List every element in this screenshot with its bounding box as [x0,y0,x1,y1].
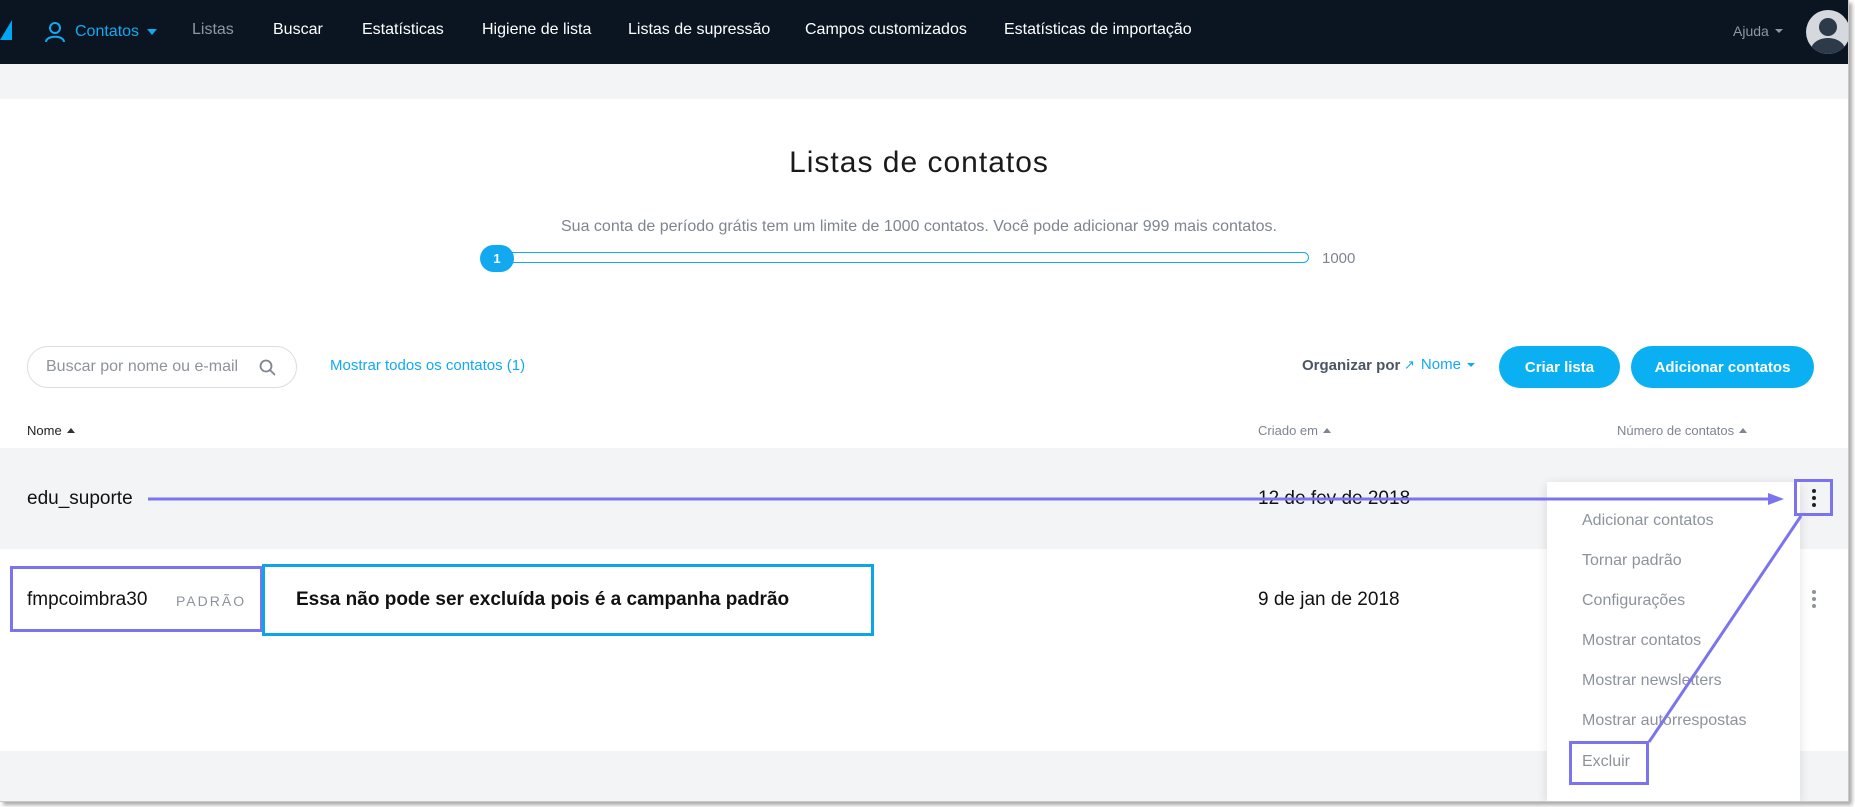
row-actions-kebab-icon[interactable] [1812,590,1816,611]
contacts-progress-bar [494,252,1309,263]
nav-item-buscar[interactable]: Buscar [273,21,323,39]
search-input[interactable] [46,358,261,376]
avatar-body [1811,38,1845,54]
nav-item-supressao[interactable]: Listas de supressão [628,21,770,39]
highlight-kebab [1794,479,1833,516]
column-header-created-label: Criado em [1258,423,1318,438]
nav-item-campos[interactable]: Campos customizados [805,21,967,39]
add-contacts-button[interactable]: Adicionar contatos [1631,346,1814,388]
sort-label: Organizar por [1302,357,1401,374]
sort-up-icon [66,428,75,433]
sort-up-icon [1739,428,1748,433]
avatar[interactable] [1806,10,1848,54]
list-name[interactable]: edu_suporte [27,488,133,510]
nav-contatos-label: Contatos [75,23,140,40]
caret-down-icon [1774,29,1783,33]
show-all-contacts-link[interactable]: Mostrar todos os contatos (1) [330,357,525,374]
top-navigation: Contatos Listas Buscar Estatísticas Higi… [0,0,1848,64]
highlight-default-list [10,566,263,632]
page-title: Listas de contatos [789,146,1049,179]
sort-up-icon [1322,428,1331,433]
column-header-name-label: Nome [27,423,62,438]
caret-down-icon [147,29,158,35]
logo-icon[interactable] [0,20,12,40]
list-created-date: 12 de fev de 2018 [1258,488,1411,509]
help-label: Ajuda [1733,23,1769,39]
search-box[interactable] [27,346,297,388]
nav-item-listas[interactable]: Listas [192,21,234,39]
help-menu[interactable]: Ajuda [1733,23,1783,39]
highlight-delete [1569,741,1649,785]
nav-item-higiene[interactable]: Higiene de lista [482,21,591,39]
column-header-count[interactable]: Número de contatos [1617,423,1748,438]
user-icon [45,22,65,43]
contacts-progress-value: 1 [480,245,514,272]
search-icon[interactable] [259,359,276,376]
nav-item-importacao[interactable]: Estatísticas de importação [1004,21,1192,39]
avatar-head [1819,18,1837,36]
column-header-count-label: Número de contatos [1617,423,1735,438]
sort-value-label: Nome [1420,356,1461,373]
contacts-progress-max: 1000 [1322,250,1356,267]
app-window: Contatos Listas Buscar Estatísticas Higi… [0,0,1849,802]
menu-item-add-contacts[interactable]: Adicionar contatos [1582,512,1714,530]
header-spacer [0,64,1848,99]
annotation-note: Essa não pode ser excluída pois é a camp… [262,564,874,636]
nav-item-estatisticas[interactable]: Estatísticas [362,21,444,39]
menu-item-settings[interactable]: Configurações [1582,592,1685,610]
sort-dropdown[interactable]: ↗ Nome [1404,356,1475,373]
caret-down-icon [1466,362,1475,367]
nav-contatos[interactable]: Contatos [44,18,158,46]
sort-arrow-icon: ↗ [1404,356,1415,372]
menu-item-show-autoresponders[interactable]: Mostrar autorrespostas [1582,712,1747,730]
account-limit-text: Sua conta de período grátis tem um limit… [561,218,1277,235]
column-header-name[interactable]: Nome [27,423,75,438]
menu-item-show-newsletters[interactable]: Mostrar newsletters [1582,672,1722,690]
menu-item-make-default[interactable]: Tornar padrão [1582,552,1682,570]
column-header-created[interactable]: Criado em [1258,423,1331,438]
create-list-button[interactable]: Criar lista [1499,346,1620,388]
list-created-date: 9 de jan de 2018 [1258,589,1400,610]
menu-item-show-contacts[interactable]: Mostrar contatos [1582,632,1701,650]
